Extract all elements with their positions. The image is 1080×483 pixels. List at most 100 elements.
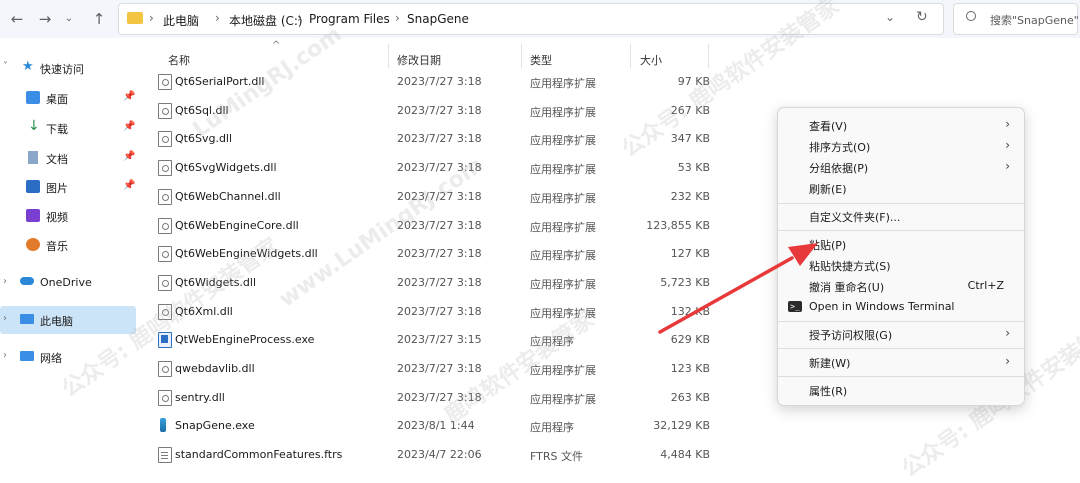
- expand-chevron-icon[interactable]: ˅: [3, 61, 8, 72]
- menu-item-refresh[interactable]: 刷新(E): [782, 178, 1020, 199]
- dll-file-icon: [158, 389, 172, 406]
- nav-quick-access[interactable]: ˅ ★ 快速访问: [0, 54, 136, 82]
- file-row[interactable]: Qt6WebEngineWidgets.dll 2023/7/27 3:18 应用程…: [150, 240, 710, 268]
- menu-item-view[interactable]: 查看(V) ›: [782, 115, 1020, 136]
- pin-icon: 📌: [123, 151, 136, 162]
- nav-quick-access-label: 快速访问: [40, 63, 84, 76]
- file-date: 2023/7/27 3:18: [397, 161, 482, 175]
- cloud-icon: [20, 277, 34, 285]
- address-bar[interactable]: › 此电脑 › 本地磁盘 (C:) › Program Files › Snap…: [118, 3, 944, 35]
- file-type: 应用程序: [530, 335, 574, 349]
- column-header-type[interactable]: 类型: [530, 52, 552, 68]
- file-row[interactable]: Qt6SerialPort.dll 2023/7/27 3:18 应用程序扩展 97 …: [150, 68, 710, 96]
- nav-item-documents[interactable]: 文档 📌: [0, 144, 136, 172]
- file-size: 97 KB: [677, 75, 710, 88]
- nav-item-music[interactable]: 音乐: [0, 231, 136, 259]
- file-name: Qt6Widgets.dll: [175, 275, 257, 289]
- nav-onedrive[interactable]: › OneDrive: [0, 269, 136, 297]
- file-row[interactable]: Qt6SvgWidgets.dll 2023/7/27 3:18 应用程序扩展 53 …: [150, 154, 710, 182]
- file-size: 132 KB: [670, 304, 710, 318]
- nav-item-pictures[interactable]: 图片 📌: [0, 173, 136, 201]
- column-header-name[interactable]: 名称: [168, 52, 190, 68]
- file-row[interactable]: Qt6Xml.dll 2023/7/27 3:18 应用程序扩展 132 KB: [150, 298, 710, 326]
- dll-file-icon: [158, 131, 172, 148]
- menu-item-open-terminal[interactable]: >_ Open in Windows Terminal: [782, 297, 1020, 318]
- column-header-size[interactable]: 大小: [640, 52, 662, 68]
- context-menu: 查看(V) › 排序方式(O) › 分组依据(P) › 刷新(E) 自定义文件夹…: [777, 107, 1025, 406]
- search-icon: [966, 11, 976, 21]
- forward-arrow-icon[interactable]: →: [34, 8, 56, 30]
- back-arrow-icon[interactable]: ←: [6, 8, 28, 30]
- breadcrumb-program-files[interactable]: Program Files: [309, 12, 390, 26]
- file-row[interactable]: Qt6Svg.dll 2023/7/27 3:18 应用程序扩展 347 KB: [150, 125, 710, 153]
- breadcrumb-this-pc[interactable]: 此电脑: [163, 12, 199, 29]
- file-size: 123 KB: [670, 362, 710, 375]
- column-divider[interactable]: [521, 44, 522, 68]
- file-row[interactable]: qwebdavlib.dll 2023/7/27 3:18 应用程序扩展 123 KB: [150, 355, 710, 383]
- menu-item-properties[interactable]: 属性(R): [782, 380, 1020, 401]
- column-divider[interactable]: [630, 44, 631, 68]
- file-type: 应用程序扩展: [530, 220, 596, 234]
- file-date: 2023/7/27 3:18: [397, 218, 482, 232]
- file-date: 2023/7/27 3:18: [397, 362, 482, 375]
- file-row[interactable]: SnapGene.exe 2023/8/1 1:44 应用程序 32,129 KB: [150, 412, 710, 440]
- file-row[interactable]: Qt6Widgets.dll 2023/7/27 3:18 应用程序扩展 5,723 …: [150, 269, 710, 297]
- breadcrumb-snapgene[interactable]: SnapGene: [407, 12, 469, 26]
- pin-icon: 📌: [123, 180, 136, 191]
- search-input[interactable]: 搜索"SnapGene": [953, 3, 1079, 35]
- nav-network[interactable]: › 网络: [0, 343, 136, 371]
- menu-item-paste[interactable]: 粘贴(P): [782, 234, 1020, 255]
- menu-item-sort[interactable]: 排序方式(O) ›: [782, 136, 1020, 157]
- file-row[interactable]: standardCommonFeatures.ftrs 2023/4/7 22:0…: [150, 441, 710, 469]
- file-date: 2023/7/27 3:18: [397, 75, 482, 88]
- dll-file-icon: [158, 74, 172, 90]
- menu-item-undo-rename[interactable]: 撤消 重命名(U) Ctrl+Z: [782, 276, 1020, 297]
- column-divider[interactable]: [388, 44, 389, 68]
- nav-item-label: 视频: [46, 211, 68, 224]
- file-size: 263 KB: [670, 390, 710, 404]
- file-name: Qt6WebChannel.dll: [175, 189, 281, 203]
- menu-separator: [778, 203, 1024, 204]
- nav-item-downloads[interactable]: ↓ 下载 📌: [0, 114, 136, 142]
- refresh-icon[interactable]: ↻: [916, 9, 928, 25]
- file-date: 2023/8/1 1:44: [397, 419, 475, 433]
- file-size: 629 KB: [670, 333, 710, 347]
- file-size: 53 KB: [677, 161, 710, 175]
- menu-item-new[interactable]: 新建(W) ›: [782, 352, 1020, 373]
- menu-item-group[interactable]: 分组依据(P) ›: [782, 157, 1020, 178]
- folder-icon: [127, 12, 143, 24]
- file-row[interactable]: QtWebEngineProcess.exe 2023/7/27 3:15 应用程序…: [150, 326, 710, 354]
- file-type: 应用程序扩展: [530, 191, 596, 205]
- file-date: 2023/7/27 3:15: [397, 333, 482, 347]
- file-size: 5,723 KB: [660, 275, 710, 289]
- recent-chevron-down-icon[interactable]: ⌄: [58, 8, 80, 30]
- file-date: 2023/4/7 22:06: [397, 448, 482, 462]
- file-size: 347 KB: [670, 132, 710, 146]
- file-name: Qt6SvgWidgets.dll: [175, 161, 277, 175]
- file-row[interactable]: Qt6Sql.dll 2023/7/27 3:18 应用程序扩展 267 KB: [150, 97, 710, 125]
- menu-item-label: 撤消 重命名(U): [809, 281, 885, 294]
- up-arrow-icon[interactable]: ↑: [88, 8, 110, 30]
- column-header-date[interactable]: 修改日期: [397, 52, 441, 68]
- desktop-icon: [26, 91, 40, 104]
- file-row[interactable]: Qt6WebChannel.dll 2023/7/27 3:18 应用程序扩展 232…: [150, 183, 710, 211]
- menu-item-label: 属性(R): [809, 385, 848, 398]
- expand-chevron-icon[interactable]: ›: [3, 350, 7, 361]
- column-divider[interactable]: [708, 44, 709, 68]
- file-row[interactable]: sentry.dll 2023/7/27 3:18 应用程序扩展 263 KB: [150, 384, 710, 412]
- file-row[interactable]: Qt6WebEngineCore.dll 2023/7/27 3:18 应用程序扩展…: [150, 212, 710, 240]
- star-icon: ★: [22, 59, 34, 74]
- menu-item-paste-shortcut[interactable]: 粘贴快捷方式(S): [782, 255, 1020, 276]
- nav-item-label: 桌面: [46, 93, 68, 106]
- nav-item-desktop[interactable]: 桌面 📌: [0, 84, 136, 112]
- nav-this-pc[interactable]: › 此电脑: [0, 306, 136, 334]
- history-chevron-down-icon[interactable]: ⌄: [885, 10, 895, 24]
- expand-chevron-icon[interactable]: ›: [3, 276, 7, 287]
- file-type: 应用程序扩展: [530, 306, 596, 320]
- nav-item-videos[interactable]: 视频: [0, 202, 136, 230]
- menu-item-give-access[interactable]: 授予访问权限(G) ›: [782, 324, 1020, 345]
- expand-chevron-icon[interactable]: ›: [3, 313, 7, 324]
- breadcrumb-local-disk[interactable]: 本地磁盘 (C:): [229, 12, 303, 29]
- menu-item-customize-folder[interactable]: 自定义文件夹(F)...: [782, 206, 1020, 227]
- file-size: 123,855 KB: [646, 218, 710, 232]
